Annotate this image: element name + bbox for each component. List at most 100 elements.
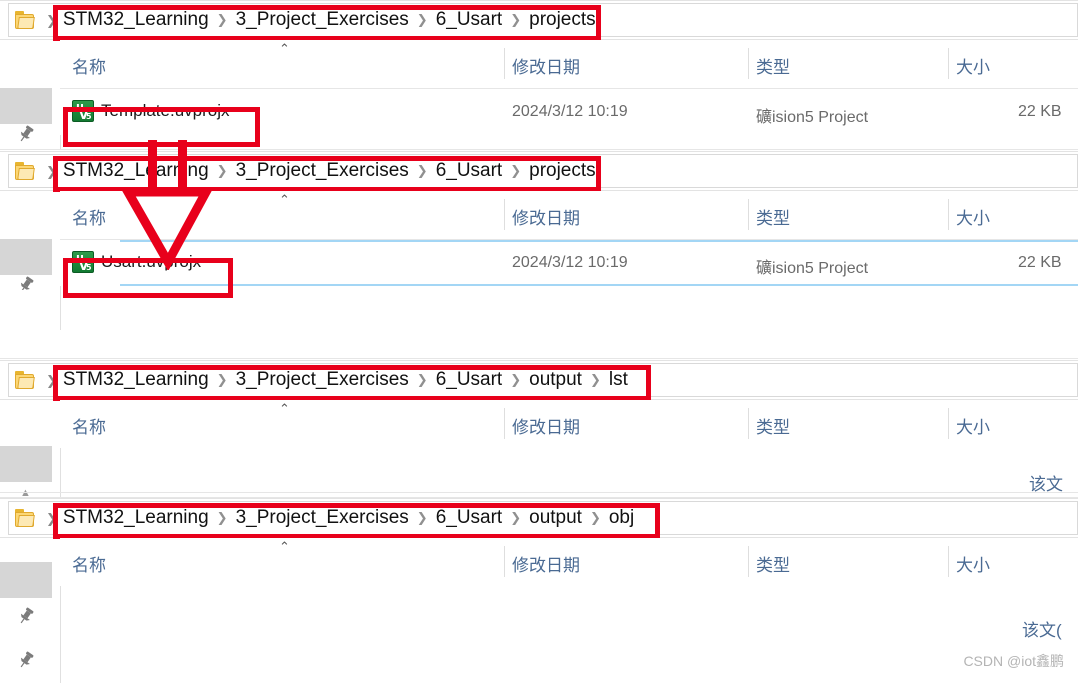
breadcrumb-item[interactable]: STM32_Learning (62, 507, 210, 529)
explorer-pane-1: ❯ STM32_Learning ❯ 3_Project_Exercises ❯… (0, 0, 1078, 150)
sort-ascending-icon: ⌃ (279, 192, 290, 207)
column-header-3: 名称 ⌃ 修改日期 类型 大小 (60, 400, 1078, 448)
column-header-name[interactable]: 名称 (72, 53, 106, 78)
breadcrumb-item[interactable]: output (528, 507, 583, 529)
breadcrumb-item[interactable]: 3_Project_Exercises (235, 507, 410, 529)
address-bar-inner-4[interactable]: ❯ STM32_Learning ❯ 3_Project_Exercises ❯… (8, 501, 1078, 535)
breadcrumb-item[interactable]: 6_Usart (435, 369, 504, 391)
column-sep[interactable] (748, 48, 749, 79)
breadcrumb-item[interactable]: projects (528, 160, 597, 182)
breadcrumb-item[interactable]: STM32_Learning (62, 9, 210, 31)
column-sep[interactable] (948, 408, 949, 439)
column-header-type[interactable]: 类型 (756, 551, 790, 576)
file-name-cell[interactable]: μ V 5 Template.uvprojx (72, 100, 230, 122)
column-header-size[interactable]: 大小 (956, 413, 990, 438)
nav-thumbnail-3[interactable] (0, 446, 52, 482)
column-sep[interactable] (948, 199, 949, 230)
breadcrumb-separator-icon: ❯ (216, 163, 228, 178)
address-bar-1[interactable]: ❯ STM32_Learning ❯ 3_Project_Exercises ❯… (0, 0, 1078, 41)
breadcrumb-1[interactable]: STM32_Learning ❯ 3_Project_Exercises ❯ 6… (62, 9, 597, 31)
pin-icon-1[interactable] (16, 124, 36, 144)
breadcrumb-item[interactable]: STM32_Learning (62, 160, 210, 182)
breadcrumb-item[interactable]: lst (608, 369, 629, 391)
breadcrumb-separator-icon: ❯ (416, 163, 428, 178)
pin-icon-4b[interactable] (16, 650, 36, 670)
column-header-date[interactable]: 修改日期 (512, 551, 580, 576)
breadcrumb-3[interactable]: STM32_Learning ❯ 3_Project_Exercises ❯ 6… (62, 369, 629, 391)
chevron-right-icon-4[interactable]: ❯ (46, 512, 57, 525)
explorer-pane-3: ▲ ❯ STM32_Learning ❯ 3_Project_Exercises… (0, 360, 1078, 499)
breadcrumb-4[interactable]: STM32_Learning ❯ 3_Project_Exercises ❯ 6… (62, 507, 635, 529)
address-bar-3[interactable]: ❯ STM32_Learning ❯ 3_Project_Exercises ❯… (0, 360, 1078, 401)
breadcrumb-item[interactable]: projects (528, 9, 597, 31)
breadcrumb-2[interactable]: STM32_Learning ❯ 3_Project_Exercises ❯ 6… (62, 160, 597, 182)
nav-thumbnail-1[interactable] (0, 88, 52, 124)
chevron-right-icon-2[interactable]: ❯ (46, 165, 57, 178)
column-sep[interactable] (748, 546, 749, 577)
breadcrumb-item[interactable]: 6_Usart (435, 507, 504, 529)
quick-access-strip-2-tail (0, 290, 61, 330)
breadcrumb-separator-icon: ❯ (216, 12, 228, 27)
column-header-size[interactable]: 大小 (956, 53, 990, 78)
file-size-cell: 22 KB (1018, 103, 1062, 120)
column-header-type[interactable]: 类型 (756, 53, 790, 78)
column-header-name[interactable]: 名称 (72, 204, 106, 229)
breadcrumb-separator-icon: ❯ (510, 12, 522, 27)
pin-glyph-1 (20, 125, 34, 142)
breadcrumb-item[interactable]: 3_Project_Exercises (235, 160, 410, 182)
file-row-usart[interactable]: μ V 5 Usart.uvprojx 2024/3/12 10:19 礦isi… (60, 240, 1078, 286)
breadcrumb-separator-icon: ❯ (416, 12, 428, 27)
breadcrumb-separator-icon: ❯ (416, 510, 428, 525)
pin-glyph-4b (20, 651, 34, 668)
column-header-1: 名称 ⌃ 修改日期 类型 大小 (60, 40, 1078, 89)
pin-icon-4a[interactable] (16, 606, 36, 626)
column-header-date[interactable]: 修改日期 (512, 413, 580, 438)
column-sep[interactable] (748, 408, 749, 439)
breadcrumb-item[interactable]: obj (608, 507, 635, 529)
file-size-cell: 22 KB (1018, 254, 1062, 271)
column-sep[interactable] (504, 408, 505, 439)
pane-divider-3 (0, 492, 1078, 493)
column-sep[interactable] (948, 48, 949, 79)
column-header-size[interactable]: 大小 (956, 551, 990, 576)
pane-divider-1 (0, 149, 1078, 150)
nav-thumbnail-2[interactable] (0, 239, 52, 275)
nav-thumbnail-4[interactable] (0, 562, 52, 598)
breadcrumb-item[interactable]: 6_Usart (435, 9, 504, 31)
breadcrumb-item[interactable]: 3_Project_Exercises (235, 369, 410, 391)
pane-divider-2 (0, 358, 1078, 359)
explorer-pane-4: ❯ STM32_Learning ❯ 3_Project_Exercises ❯… (0, 498, 1078, 683)
pane-gap-band (0, 301, 1078, 360)
column-sep[interactable] (504, 48, 505, 79)
file-row-template[interactable]: μ V 5 Template.uvprojx 2024/3/12 10:19 礦… (60, 89, 1078, 135)
breadcrumb-item[interactable]: output (528, 369, 583, 391)
chevron-right-icon-1[interactable]: ❯ (46, 14, 57, 27)
explorer-pane-2: ❯ STM32_Learning ❯ 3_Project_Exercises ❯… (0, 151, 1078, 301)
column-header-date[interactable]: 修改日期 (512, 204, 580, 229)
breadcrumb-item[interactable]: 6_Usart (435, 160, 504, 182)
address-bar-inner-2[interactable]: ❯ STM32_Learning ❯ 3_Project_Exercises ❯… (8, 154, 1078, 188)
column-sep[interactable] (504, 546, 505, 577)
file-type-cell: 礦ision5 Project (756, 260, 869, 277)
column-header-4: 名称 ⌃ 修改日期 类型 大小 (60, 538, 1078, 586)
file-name-cell[interactable]: μ V 5 Usart.uvprojx (72, 251, 201, 273)
column-header-name[interactable]: 名称 (72, 551, 106, 576)
breadcrumb-item[interactable]: STM32_Learning (62, 369, 210, 391)
column-sep[interactable] (748, 199, 749, 230)
column-header-2: 名称 ⌃ 修改日期 类型 大小 (60, 191, 1078, 240)
address-bar-inner-3[interactable]: ❯ STM32_Learning ❯ 3_Project_Exercises ❯… (8, 363, 1078, 397)
chevron-right-icon-3[interactable]: ❯ (46, 374, 57, 387)
column-header-type[interactable]: 类型 (756, 204, 790, 229)
address-bar-inner-1[interactable]: ❯ STM32_Learning ❯ 3_Project_Exercises ❯… (8, 3, 1078, 37)
address-bar-4[interactable]: ❯ STM32_Learning ❯ 3_Project_Exercises ❯… (0, 498, 1078, 539)
column-sep[interactable] (948, 546, 949, 577)
column-sep[interactable] (504, 199, 505, 230)
breadcrumb-item[interactable]: 3_Project_Exercises (235, 9, 410, 31)
column-header-size[interactable]: 大小 (956, 204, 990, 229)
column-header-date[interactable]: 修改日期 (512, 53, 580, 78)
column-header-type[interactable]: 类型 (756, 413, 790, 438)
sort-ascending-icon: ⌃ (279, 539, 290, 554)
empty-folder-message-4: 该文( (1022, 621, 1062, 640)
column-header-name[interactable]: 名称 (72, 413, 106, 438)
address-bar-2[interactable]: ❯ STM32_Learning ❯ 3_Project_Exercises ❯… (0, 151, 1078, 192)
